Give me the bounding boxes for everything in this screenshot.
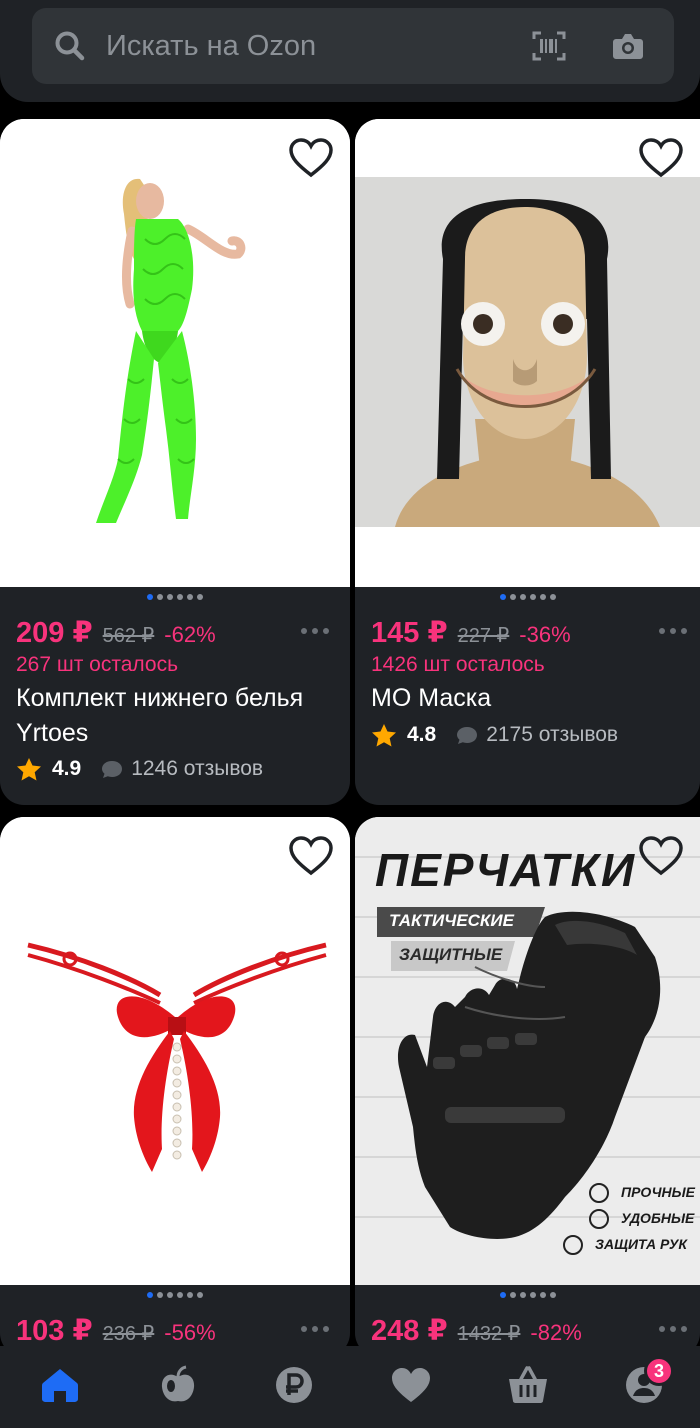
fresh-icon — [161, 1365, 195, 1402]
gloves-tag-tactical: ТАКТИЧЕСКИЕ — [389, 911, 514, 930]
nav-cart[interactable] — [498, 1360, 558, 1410]
stock-left: 1426 шт осталось — [371, 653, 545, 676]
price-row: 103 ₽ 236 ₽ -56% — [16, 1313, 216, 1347]
search-icon — [55, 31, 85, 61]
stock-left: 267 шт осталось — [16, 653, 179, 676]
rating-value: 4.8 — [407, 723, 437, 746]
product-title[interactable]: МО Маска — [371, 681, 691, 716]
home-icon — [42, 1369, 78, 1402]
nav-favorites[interactable] — [381, 1360, 441, 1410]
price-row: 209 ₽ 562 ₽ -62% — [16, 615, 216, 649]
price-row: 248 ₽ 1432 ₽ -82% — [371, 1313, 582, 1347]
barcode-scan-icon[interactable] — [532, 30, 566, 62]
bottom-nav: 3 — [0, 1346, 700, 1428]
reviews-count[interactable]: 1246 отзывов — [131, 757, 263, 781]
search-bar[interactable] — [32, 8, 674, 84]
nav-profile[interactable]: 3 — [614, 1356, 674, 1410]
favorite-heart-icon[interactable] — [638, 835, 684, 877]
camera-icon[interactable] — [612, 31, 644, 61]
gloves-headline: ПЕРЧАТКИ — [375, 844, 637, 896]
image-pagination-dots — [0, 1292, 350, 1298]
product-image-lingerie[interactable] — [0, 119, 350, 587]
price: 145 ₽ — [371, 617, 448, 649]
nav-ozon-card[interactable] — [264, 1360, 324, 1410]
red-bow-image — [0, 817, 350, 1285]
product-card[interactable]: 103 ₽ 236 ₽ -56% — [0, 817, 350, 1357]
price: 103 ₽ — [16, 1315, 93, 1347]
search-input[interactable] — [106, 8, 486, 84]
discount: -82% — [530, 1320, 582, 1345]
gloves-feature-hand-protection: ЗАЩИТА РУК — [595, 1236, 687, 1252]
discount: -36% — [519, 622, 571, 647]
gloves-feature-comfortable: УДОБНЫЕ — [621, 1210, 695, 1226]
rating-row: 4.8 2175 отзывов — [371, 723, 618, 747]
product-image-red-bow[interactable] — [0, 817, 350, 1285]
product-title[interactable]: Комплект нижнего белья Yrtoes — [16, 681, 336, 751]
old-price: 562 ₽ — [102, 625, 155, 647]
more-options-icon[interactable] — [300, 627, 330, 635]
rating-row: 4.9 1246 отзывов — [16, 757, 263, 781]
lingerie-image — [0, 119, 350, 587]
star-icon — [17, 758, 41, 781]
old-price: 227 ₽ — [457, 625, 510, 647]
mask-image — [355, 119, 700, 587]
nav-fresh[interactable] — [148, 1360, 208, 1410]
favorite-heart-icon[interactable] — [288, 835, 334, 877]
more-options-icon[interactable] — [658, 627, 688, 635]
ruble-icon — [276, 1367, 312, 1403]
image-pagination-dots — [355, 594, 700, 600]
product-image-mask[interactable] — [355, 119, 700, 587]
reviews-count[interactable]: 2175 отзывов — [486, 723, 618, 747]
price: 248 ₽ — [371, 1315, 448, 1347]
price-row: 145 ₽ 227 ₽ -36% — [371, 615, 571, 649]
gloves-feature-durable: ПРОЧНЫЕ — [621, 1184, 696, 1200]
more-options-icon[interactable] — [300, 1325, 330, 1333]
profile-badge: 3 — [644, 1356, 674, 1386]
product-image-gloves[interactable]: ПЕРЧАТКИ ТАКТИЧЕСКИЕ ЗАЩИТНЫЕ ПРОЧНЫЕ УД… — [355, 817, 700, 1285]
old-price: 1432 ₽ — [457, 1323, 521, 1345]
discount: -62% — [164, 622, 216, 647]
product-card[interactable]: ПЕРЧАТКИ ТАКТИЧЕСКИЕ ЗАЩИТНЫЕ ПРОЧНЫЕ УД… — [355, 817, 700, 1357]
price: 209 ₽ — [16, 617, 93, 649]
favorite-heart-icon[interactable] — [638, 137, 684, 179]
product-card[interactable]: 145 ₽ 227 ₽ -36% 1426 шт осталось МО Мас… — [355, 119, 700, 805]
header — [0, 0, 700, 102]
cart-icon — [509, 1366, 547, 1403]
image-pagination-dots — [0, 594, 350, 600]
reviews-bubble-icon — [457, 727, 478, 744]
product-card[interactable]: 209 ₽ 562 ₽ -62% 267 шт осталось Комплек… — [0, 119, 350, 805]
rating-value: 4.9 — [52, 757, 82, 780]
reviews-bubble-icon — [102, 761, 123, 778]
nav-home[interactable] — [30, 1360, 90, 1410]
star-icon — [372, 724, 396, 747]
discount: -56% — [164, 1320, 216, 1345]
gloves-tag-protective: ЗАЩИТНЫЕ — [399, 945, 503, 964]
favorite-heart-icon[interactable] — [288, 137, 334, 179]
old-price: 236 ₽ — [102, 1323, 155, 1345]
more-options-icon[interactable] — [658, 1325, 688, 1333]
favorites-icon — [392, 1368, 430, 1402]
image-pagination-dots — [355, 1292, 700, 1298]
